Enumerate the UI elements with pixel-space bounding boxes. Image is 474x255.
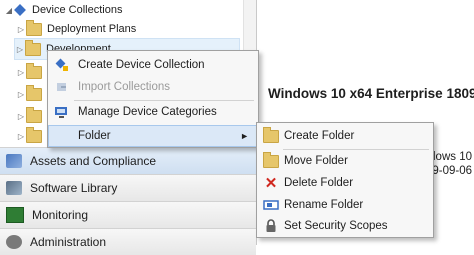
folder-icon <box>26 62 42 79</box>
submenu-arrow-icon: ► <box>240 131 249 141</box>
workspace-label: Assets and Compliance <box>30 154 157 168</box>
menu-item-create-folder[interactable]: Create Folder <box>257 125 433 147</box>
tree-item-deployment-plans[interactable]: ▷ Deployment Plans <box>16 19 136 39</box>
expand-icon[interactable]: ▷ <box>16 90 26 99</box>
menu-item-manage-device-categories[interactable]: Manage Device Categories <box>48 101 258 123</box>
rename-icon <box>263 197 279 213</box>
expand-icon[interactable]: ▷ <box>16 68 26 77</box>
assets-icon <box>6 154 22 168</box>
details-title: Windows 10 x64 Enterprise 1809 <box>268 86 474 101</box>
workspace-label: Administration <box>30 235 107 249</box>
tree-item-folder[interactable]: ▷ <box>16 126 47 146</box>
expand-icon[interactable]: ▷ <box>16 132 26 141</box>
move-folder-icon <box>263 151 279 169</box>
folder-icon <box>26 19 42 36</box>
collapse-icon[interactable]: ◢ <box>4 6 14 15</box>
menu-item-import-collections[interactable]: Import Collections <box>48 76 258 98</box>
menu-item-move-folder[interactable]: Move Folder <box>257 150 433 172</box>
software-library-icon <box>6 181 22 195</box>
tree-item-folder[interactable]: ▷ <box>16 106 47 126</box>
tree-item-folder[interactable]: ▷ <box>16 84 47 104</box>
tree-item-label: Deployment Plans <box>47 23 137 35</box>
workspace-assets-and-compliance[interactable]: Assets and Compliance <box>0 147 256 174</box>
menu-item-folder[interactable]: Folder ► <box>48 125 258 147</box>
expand-icon[interactable]: ▷ <box>16 112 26 121</box>
menu-item-delete-folder[interactable]: ✕ Delete Folder <box>257 172 433 194</box>
workspace-administration[interactable]: Administration <box>0 228 256 255</box>
menu-item-set-security-scopes[interactable]: Set Security Scopes <box>257 215 433 237</box>
lock-icon <box>263 218 279 234</box>
monitoring-icon <box>6 207 24 223</box>
workspace-software-library[interactable]: Software Library <box>0 174 256 201</box>
expand-icon[interactable]: ▷ <box>15 45 25 54</box>
folder-icon <box>26 84 42 101</box>
workspace-monitoring[interactable]: Monitoring <box>0 201 256 228</box>
tree-item-device-collections[interactable]: ◢ Device Collections <box>4 0 123 20</box>
device-collection-icon <box>14 4 26 16</box>
delete-icon: ✕ <box>264 175 278 192</box>
menu-item-rename-folder[interactable]: Rename Folder <box>257 194 433 216</box>
folder-icon <box>26 106 42 123</box>
expand-icon[interactable]: ▷ <box>16 25 26 34</box>
tree-item-folder[interactable]: ▷ <box>16 62 47 82</box>
create-folder-icon <box>263 126 279 144</box>
workspace-label: Software Library <box>30 181 118 195</box>
context-menu: Create Device Collection Import Collecti… <box>47 50 259 148</box>
menu-item-create-device-collection[interactable]: Create Device Collection <box>48 54 258 76</box>
folder-icon <box>25 39 41 56</box>
create-collection-icon <box>54 57 70 73</box>
workspace-label: Monitoring <box>32 208 89 222</box>
folder-icon <box>26 126 42 143</box>
tree-item-label: Device Collections <box>32 4 123 16</box>
administration-icon <box>6 235 22 249</box>
manage-categories-icon <box>54 104 70 120</box>
import-icon <box>54 79 70 95</box>
folder-submenu: Create Folder Move Folder ✕ Delete Folde… <box>256 122 434 238</box>
